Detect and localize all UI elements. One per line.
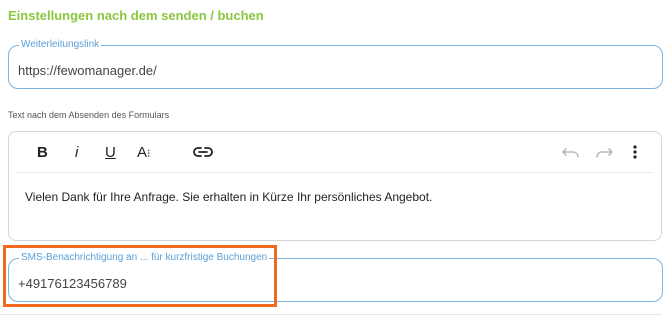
underline-button[interactable]: U: [105, 144, 116, 162]
redirect-link-field[interactable]: Weiterleitungslink https://fewomanager.d…: [8, 39, 663, 89]
section-title: Einstellungen nach dem senden / buchen: [8, 8, 264, 23]
font-size-label: A: [137, 144, 148, 161]
italic-button[interactable]: i: [75, 144, 78, 162]
message-label: Text nach dem Absenden des Formulars: [8, 110, 170, 120]
divider: [0, 314, 662, 315]
bold-button[interactable]: B: [37, 144, 48, 162]
editor-toolbar: B i U A⁝: [17, 132, 653, 173]
more-vertical-icon[interactable]: [632, 144, 638, 162]
redo-icon[interactable]: [595, 145, 613, 163]
link-icon[interactable]: [193, 145, 213, 163]
redirect-link-legend: Weiterleitungslink: [19, 39, 102, 51]
redirect-link-input[interactable]: https://fewomanager.de/: [18, 63, 157, 78]
undo-icon[interactable]: [562, 145, 580, 163]
font-size-button[interactable]: A⁝: [137, 144, 151, 162]
editor-content[interactable]: Vielen Dank für Ihre Anfrage. Sie erhalt…: [25, 190, 432, 204]
font-size-indicator-icon: ⁝: [147, 148, 151, 160]
rich-text-editor[interactable]: B i U A⁝ Vielen Dank für Ihre Anfrage. S…: [8, 131, 662, 241]
highlight-box: [3, 245, 277, 307]
